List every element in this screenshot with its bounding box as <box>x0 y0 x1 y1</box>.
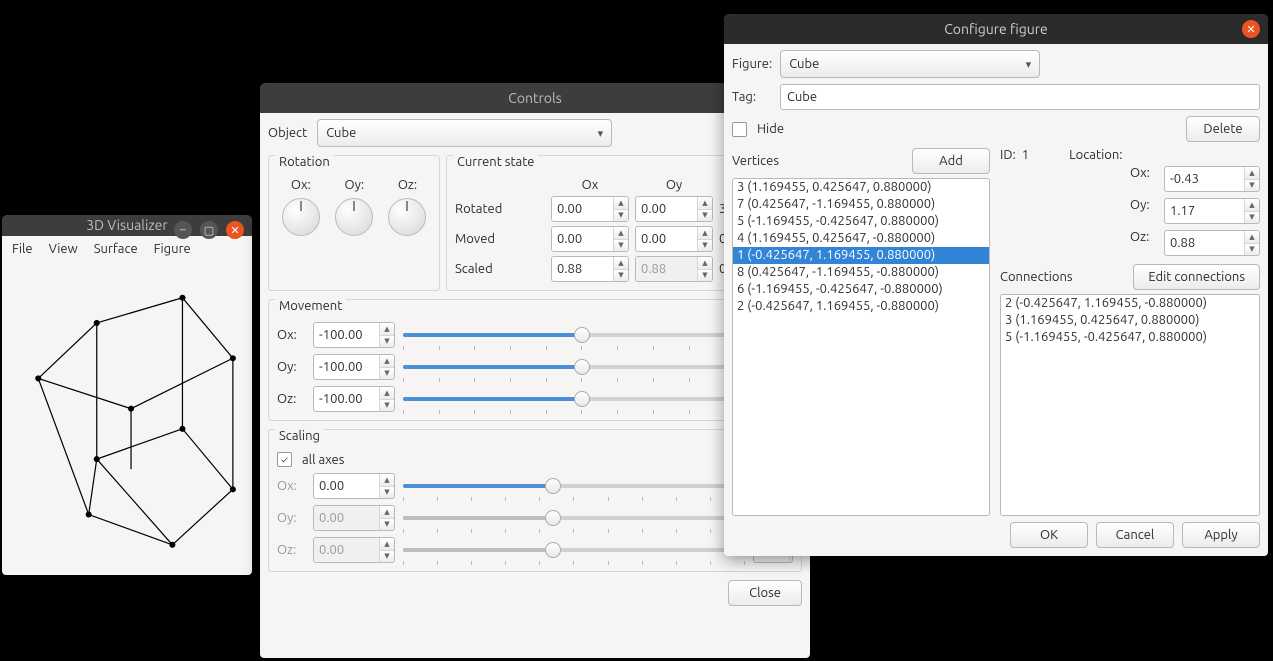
window-title: 3D Visualizer <box>86 217 167 233</box>
close-icon[interactable]: ✕ <box>1242 20 1260 38</box>
menu-view[interactable]: View <box>49 242 78 256</box>
cancel-button[interactable]: Cancel <box>1096 522 1174 548</box>
scaling-ox-slider[interactable] <box>403 475 745 497</box>
rotation-oz-knob[interactable] <box>388 198 426 236</box>
rotated-ox[interactable]: 0.00▲▼ <box>551 196 629 222</box>
vertices-list[interactable]: 3 (1.169455, 0.425647, 0.880000)7 (0.425… <box>732 178 990 516</box>
scaling-oy-lo: 0.00▲▼ <box>313 505 395 531</box>
movement-ox-slider[interactable] <box>403 324 761 346</box>
configure-window: Configure figure ✕ Figure: Cube Tag: Cub… <box>724 14 1268 556</box>
delete-button[interactable]: Delete <box>1186 116 1260 142</box>
close-icon[interactable]: ✕ <box>226 221 244 239</box>
menu-figure[interactable]: Figure <box>154 242 191 256</box>
scaling-group: Scaling ✓ all axes Ox: 0.00▲▼ 2 Oy: 0.00… <box>268 429 802 572</box>
maximize-button[interactable]: ▢ <box>200 221 218 239</box>
movement-oy-slider[interactable] <box>403 356 761 378</box>
ok-button[interactable]: OK <box>1010 522 1088 548</box>
cube-render <box>6 266 248 572</box>
list-item[interactable]: 6 (-1.169455, -0.425647, -0.880000) <box>733 281 989 298</box>
scaling-oz-lo: 0.00▲▼ <box>313 537 395 563</box>
edit-connections-button[interactable]: Edit connections <box>1133 264 1260 290</box>
list-item[interactable]: 8 (0.425647, -1.169455, -0.880000) <box>733 264 989 281</box>
list-item[interactable]: 5 (-1.169455, -0.425647, 0.880000) <box>733 213 989 230</box>
add-vertex-button[interactable]: Add <box>912 148 990 174</box>
scaled-ox[interactable]: 0.88▲▼ <box>551 256 629 282</box>
visualizer-titlebar[interactable]: 3D Visualizer – ▢ ✕ <box>2 215 252 236</box>
list-item[interactable]: 7 (0.425647, -1.169455, 0.880000) <box>733 196 989 213</box>
menubar: File View Surface Figure <box>2 236 252 262</box>
rotation-group: Rotation Ox:Oy:Oz: <box>268 155 440 291</box>
close-button[interactable]: Close <box>728 580 802 606</box>
visualizer-window: 3D Visualizer – ▢ ✕ File View Surface Fi… <box>2 215 252 575</box>
location-ox[interactable]: -0.43▲▼ <box>1164 166 1260 192</box>
tag-input[interactable]: Cube <box>780 84 1260 110</box>
object-label: Object <box>268 126 307 140</box>
all-axes-checkbox[interactable]: ✓ <box>277 452 292 467</box>
window-title: Configure figure <box>944 21 1048 37</box>
scaling-oy-slider <box>403 507 745 529</box>
list-item[interactable]: 5 (-1.169455, -0.425647, 0.880000) <box>1001 329 1259 346</box>
list-item[interactable]: 3 (1.169455, 0.425647, 0.880000) <box>1001 312 1259 329</box>
movement-group: Movement Ox: -100.00▲▼ 1 Oy: -100.00▲▼ 1… <box>268 299 802 421</box>
list-item[interactable]: 3 (1.169455, 0.425647, 0.880000) <box>733 179 989 196</box>
movement-oz-slider[interactable] <box>403 388 761 410</box>
menu-surface[interactable]: Surface <box>94 242 138 256</box>
figure-select[interactable]: Cube <box>780 50 1040 78</box>
list-item[interactable]: 1 (-0.425647, 1.169455, 0.880000) <box>733 247 989 264</box>
window-title: Controls <box>508 90 561 106</box>
viewport[interactable] <box>2 262 252 576</box>
tag-label: Tag: <box>732 90 772 104</box>
configure-titlebar[interactable]: Configure figure ✕ <box>724 14 1268 44</box>
location-oy[interactable]: 1.17▲▼ <box>1164 198 1260 224</box>
hide-checkbox[interactable] <box>732 122 747 137</box>
list-item[interactable]: 4 (1.169455, 0.425647, -0.880000) <box>733 230 989 247</box>
rotated-oy[interactable]: 0.00▲▼ <box>635 196 713 222</box>
list-item[interactable]: 2 (-0.425647, 1.169455, -0.880000) <box>1001 295 1259 312</box>
list-item[interactable]: 2 (-0.425647, 1.169455, -0.880000) <box>733 298 989 315</box>
movement-oy-lo[interactable]: -100.00▲▼ <box>313 354 395 380</box>
connections-list[interactable]: 2 (-0.425647, 1.169455, -0.880000)3 (1.1… <box>1000 294 1260 516</box>
scaling-ox-lo[interactable]: 0.00▲▼ <box>313 473 395 499</box>
location-oz[interactable]: 0.88▲▼ <box>1164 230 1260 256</box>
moved-oy[interactable]: 0.00▲▼ <box>635 226 713 252</box>
rotation-ox-knob[interactable] <box>282 198 320 236</box>
moved-ox[interactable]: 0.00▲▼ <box>551 226 629 252</box>
minimize-button[interactable]: – <box>174 221 192 239</box>
figure-label: Figure: <box>732 57 772 71</box>
scaled-oy: 0.88▲▼ <box>635 256 713 282</box>
object-select[interactable]: Cube <box>317 119 612 147</box>
scaling-oz-slider <box>403 539 745 561</box>
movement-ox-lo[interactable]: -100.00▲▼ <box>313 322 395 348</box>
apply-button[interactable]: Apply <box>1182 522 1260 548</box>
movement-oz-lo[interactable]: -100.00▲▼ <box>313 386 395 412</box>
menu-file[interactable]: File <box>12 242 33 256</box>
rotation-oy-knob[interactable] <box>335 198 373 236</box>
